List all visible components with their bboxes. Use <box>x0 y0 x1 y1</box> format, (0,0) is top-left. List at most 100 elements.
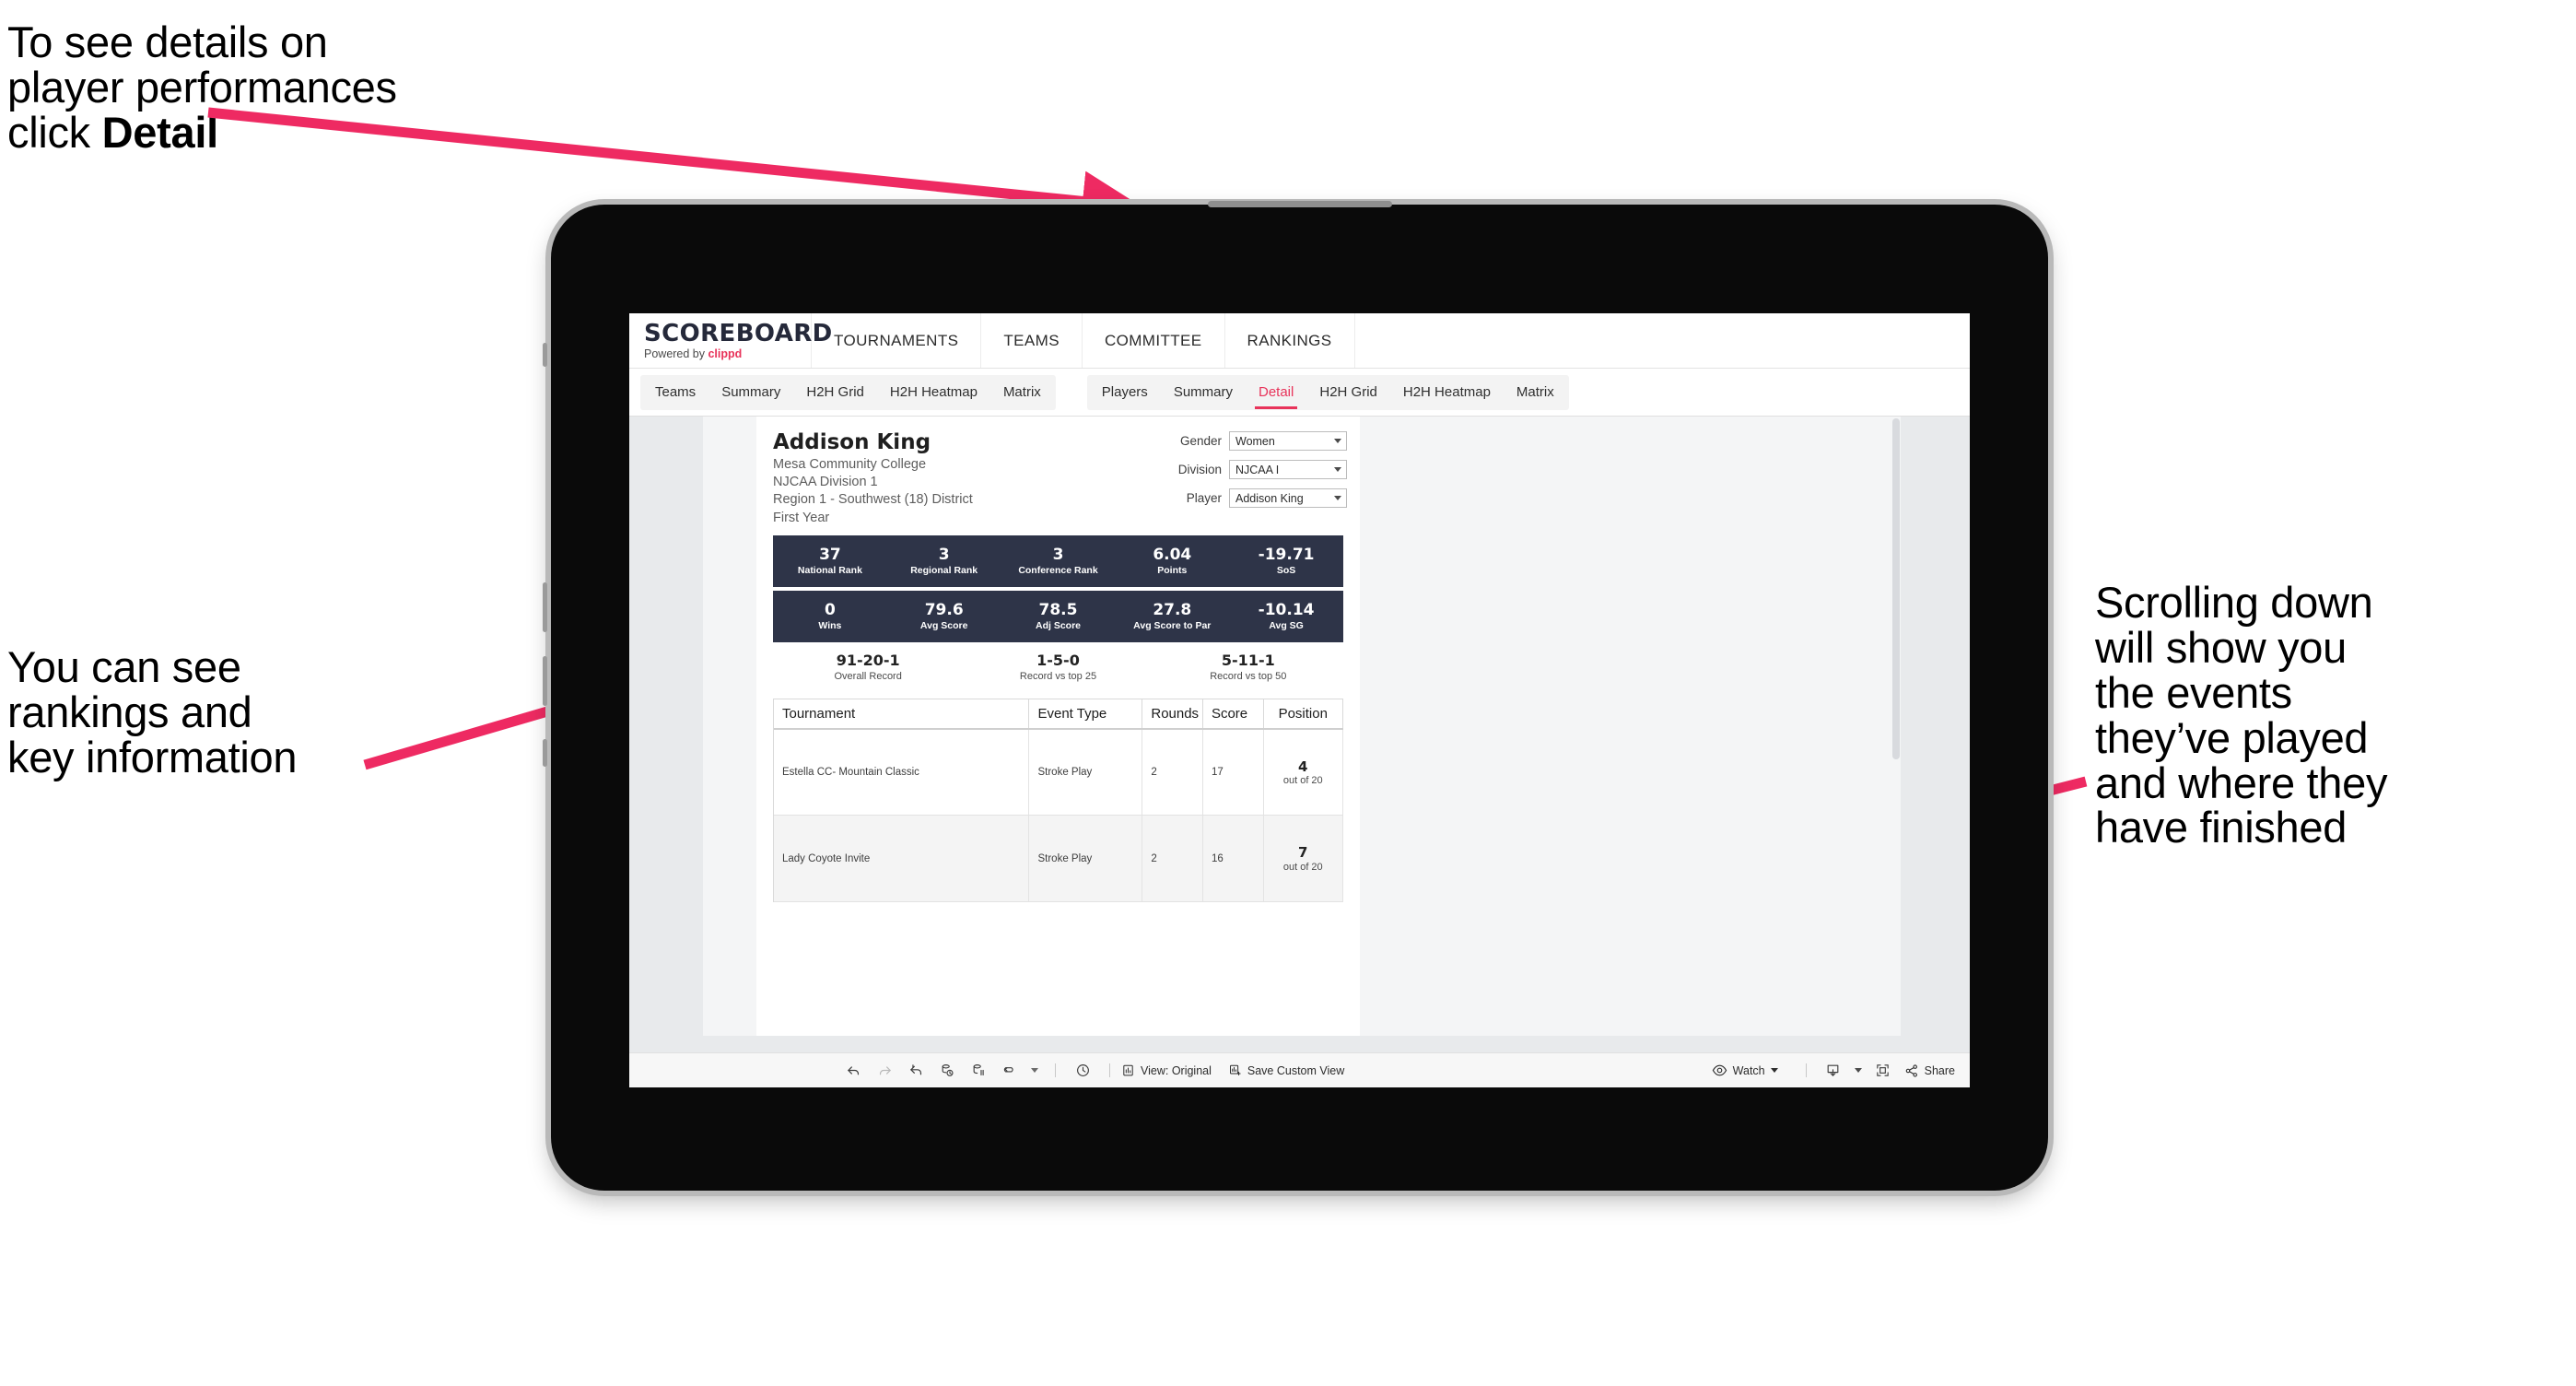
powered-by-text: Powered by <box>644 346 708 360</box>
table-row[interactable]: Lady Coyote Invite Stroke Play 2 16 7 ou… <box>774 815 1344 903</box>
tab-players-detail[interactable]: Detail <box>1246 375 1306 410</box>
player-header: Addison King Mesa Community College NJCA… <box>756 429 1360 527</box>
save-custom-view-button[interactable]: Save Custom View <box>1228 1063 1344 1077</box>
players-tab-group: Players Summary Detail H2H Grid H2H Heat… <box>1086 374 1569 410</box>
chevron-down-icon <box>1334 439 1341 443</box>
tablet-device-frame: SCOREBOARD Powered by clippd TOURNAMENTS… <box>543 205 2048 1191</box>
redo-icon[interactable] <box>869 1053 900 1088</box>
tab-players-matrix[interactable]: Matrix <box>1504 375 1567 410</box>
topnav-tournaments[interactable]: TOURNAMENTS <box>812 313 982 368</box>
filter-gender-select[interactable]: Women <box>1229 431 1347 451</box>
filter-gender-value: Women <box>1235 434 1275 448</box>
kpi-national-rank: 37 National Rank <box>773 546 887 577</box>
pan-icon[interactable] <box>994 1053 1025 1088</box>
pan-dropdown-caret[interactable] <box>1025 1053 1044 1088</box>
tab-players-h2h-heatmap[interactable]: H2H Heatmap <box>1390 375 1504 410</box>
view-original-label: View: Original <box>1141 1063 1212 1077</box>
tab-players-h2h-grid[interactable]: H2H Grid <box>1306 375 1390 410</box>
kpi-national-rank-label: National Rank <box>797 565 862 577</box>
scrollbar-thumb[interactable] <box>1892 418 1900 759</box>
tablet-volume-up-button <box>543 582 547 632</box>
cell-rounds: 2 <box>1142 728 1203 816</box>
chevron-down-icon <box>1334 496 1341 500</box>
tab-teams-h2h-heatmap[interactable]: H2H Heatmap <box>877 375 990 410</box>
cell-position-outof: out of 20 <box>1282 861 1323 873</box>
canvas-right-margin <box>1901 417 1970 1036</box>
download-dropdown-caret[interactable] <box>1849 1053 1868 1088</box>
filter-gender-label: Gender <box>1179 434 1222 448</box>
topnav-teams[interactable]: TEAMS <box>981 313 1083 368</box>
tablet-side-button-bottom <box>543 739 547 767</box>
filter-player-value: Addison King <box>1235 491 1304 505</box>
table-row[interactable]: Estella CC- Mountain Classic Stroke Play… <box>774 728 1344 816</box>
tab-teams[interactable]: Teams <box>642 375 708 410</box>
tab-players-summary[interactable]: Summary <box>1161 375 1246 410</box>
filter-division-select[interactable]: NJCAA I <box>1229 460 1347 479</box>
tab-teams-matrix[interactable]: Matrix <box>990 375 1054 410</box>
topnav-rankings[interactable]: RANKINGS <box>1225 313 1355 368</box>
kpi-points-label: Points <box>1157 565 1188 577</box>
kpi-sos-label: SoS <box>1276 565 1296 577</box>
pause-updates-icon[interactable] <box>963 1053 994 1088</box>
record-overall-value: 91-20-1 <box>836 651 900 669</box>
cell-position: 4 out of 20 <box>1263 728 1344 816</box>
kpi-conference-rank-value: 3 <box>1052 545 1064 564</box>
cell-rounds: 2 <box>1142 815 1203 903</box>
revert-icon[interactable] <box>900 1053 931 1088</box>
vertical-scrollbar[interactable] <box>1891 417 1901 1036</box>
dashboard-canvas: Addison King Mesa Community College NJCA… <box>703 417 1901 1036</box>
undo-icon[interactable] <box>837 1053 869 1088</box>
teams-tab-group: Teams Summary H2H Grid H2H Heatmap Matri… <box>640 374 1056 410</box>
tab-players[interactable]: Players <box>1089 375 1161 410</box>
clock-icon[interactable] <box>1067 1053 1098 1088</box>
topnav-committee[interactable]: COMMITTEE <box>1083 313 1225 368</box>
share-button[interactable]: Share <box>1904 1063 1955 1078</box>
kpi-sos-value: -19.71 <box>1258 545 1315 564</box>
kpi-avg-score-value: 79.6 <box>924 600 964 619</box>
cell-tournament: Lady Coyote Invite <box>774 815 1030 903</box>
column-header-tournament[interactable]: Tournament <box>774 699 1030 730</box>
kpi-avg-score-to-par-value: 27.8 <box>1153 600 1192 619</box>
record-overall-label: Overall Record <box>834 670 902 682</box>
view-original-button[interactable]: View: Original <box>1121 1063 1212 1077</box>
player-region: Region 1 - Southwest (18) District <box>773 492 973 508</box>
refresh-data-icon[interactable] <box>931 1053 963 1088</box>
scoreboard-logo[interactable]: SCOREBOARD Powered by clippd <box>629 313 833 368</box>
cell-position: 7 out of 20 <box>1263 815 1344 903</box>
tab-teams-summary[interactable]: Summary <box>708 375 793 410</box>
kpi-avg-score-to-par: 27.8 Avg Score to Par <box>1115 600 1229 632</box>
toolbar-divider <box>1055 1063 1056 1077</box>
tab-teams-h2h-grid[interactable]: H2H Grid <box>793 375 877 410</box>
dashboard-body: Addison King Mesa Community College NJCA… <box>629 417 1970 1036</box>
record-vs-top-50: 5-11-1 Record vs top 50 <box>1153 652 1343 682</box>
filter-gender: Gender Women <box>1176 431 1347 451</box>
fullscreen-icon[interactable] <box>1868 1053 1899 1088</box>
logo-wordmark: SCOREBOARD <box>644 319 833 347</box>
player-name: Addison King <box>773 430 931 454</box>
record-vs-top-25: 1-5-0 Record vs top 25 <box>963 652 1153 682</box>
kpi-strip-scoring: 0 Wins 79.6 Avg Score 78.5 Adj Score 27.… <box>773 590 1343 642</box>
download-icon[interactable] <box>1818 1053 1849 1088</box>
filter-player-select[interactable]: Addison King <box>1229 488 1347 508</box>
column-header-position[interactable]: Position <box>1263 699 1344 730</box>
column-header-event-type[interactable]: Event Type <box>1028 699 1143 730</box>
watch-button[interactable]: Watch <box>1712 1063 1778 1077</box>
kpi-regional-rank-value: 3 <box>938 545 950 564</box>
tablet-screen: SCOREBOARD Powered by clippd TOURNAMENTS… <box>629 313 1970 1087</box>
column-header-rounds[interactable]: Rounds <box>1142 699 1203 730</box>
kpi-avg-score-to-par-label: Avg Score to Par <box>1133 620 1212 632</box>
record-vs-top-25-label: Record vs top 25 <box>1019 670 1097 682</box>
record-overall: 91-20-1 Overall Record <box>773 652 963 682</box>
watch-label: Watch <box>1732 1063 1765 1077</box>
kpi-avg-score-label: Avg Score <box>919 620 968 632</box>
records-row: 91-20-1 Overall Record 1-5-0 Record vs t… <box>773 652 1343 682</box>
cell-event-type: Stroke Play <box>1028 728 1143 816</box>
secondary-tab-bar: Teams Summary H2H Grid H2H Heatmap Matri… <box>629 369 1970 417</box>
kpi-regional-rank: 3 Regional Rank <box>887 545 1001 576</box>
kpi-adj-score-label: Adj Score <box>1035 620 1081 632</box>
tournament-results-table: Tournament Event Type Rounds Score Posit… <box>773 698 1344 903</box>
column-header-score[interactable]: Score <box>1202 699 1264 730</box>
player-school: Mesa Community College <box>773 456 927 472</box>
filter-division: Division NJCAA I <box>1176 460 1347 479</box>
toolbar-divider <box>1109 1063 1110 1077</box>
